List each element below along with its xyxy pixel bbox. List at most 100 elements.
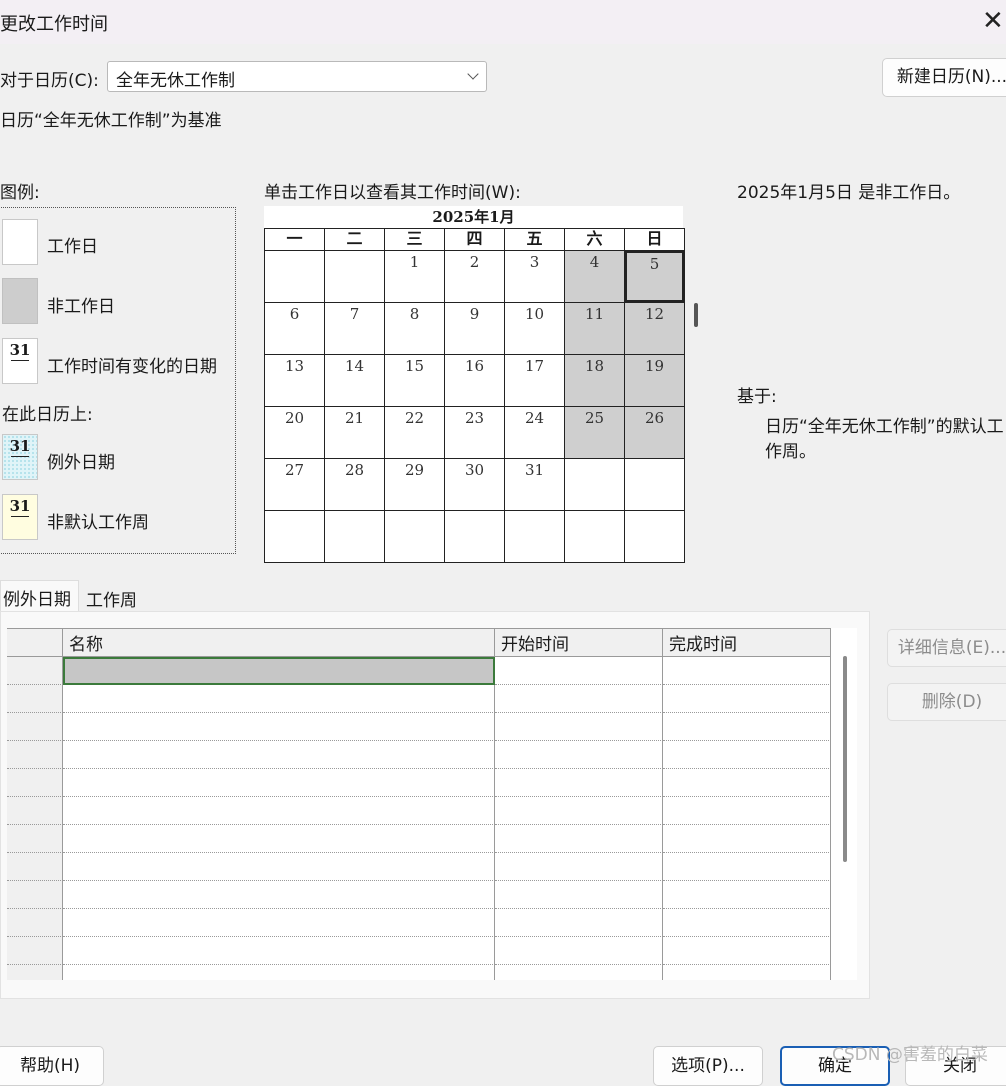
finish-cell[interactable]	[663, 685, 831, 713]
calendar-day[interactable]: 30	[444, 458, 505, 511]
calendar-day[interactable]: 21	[324, 406, 385, 459]
new-calendar-button[interactable]: 新建日历(N)...	[882, 58, 1006, 97]
name-cell[interactable]	[63, 657, 495, 685]
tab-work-weeks[interactable]: 工作周	[80, 583, 142, 611]
details-button[interactable]: 详细信息(E)...	[887, 629, 1006, 667]
table-row[interactable]	[7, 713, 831, 741]
calendar-day[interactable]: 15	[384, 354, 445, 407]
start-cell[interactable]	[495, 713, 663, 741]
calendar-select-value: 全年无休工作制	[116, 71, 235, 91]
close-icon[interactable]: ✕	[982, 6, 1004, 36]
calendar-day[interactable]: 24	[504, 406, 565, 459]
calendar-day[interactable]: 12	[624, 302, 685, 355]
finish-cell[interactable]	[663, 909, 831, 937]
table-row[interactable]	[7, 741, 831, 769]
start-cell[interactable]	[495, 657, 663, 685]
finish-cell[interactable]	[663, 937, 831, 965]
finish-cell[interactable]	[663, 853, 831, 881]
start-cell[interactable]	[495, 853, 663, 881]
calendar-day[interactable]: 22	[384, 406, 445, 459]
table-row[interactable]	[7, 909, 831, 937]
name-cell[interactable]	[63, 741, 495, 769]
table-row[interactable]	[7, 937, 831, 965]
table-row[interactable]	[7, 657, 831, 685]
changed-hours-swatch-number: 31	[9, 341, 31, 359]
calendar-day[interactable]: 29	[384, 458, 445, 511]
tab-exceptions[interactable]: 例外日期	[0, 580, 79, 612]
finish-cell[interactable]	[663, 797, 831, 825]
finish-cell[interactable]	[663, 713, 831, 741]
calendar-day[interactable]: 18	[564, 354, 625, 407]
column-header-start[interactable]: 开始时间	[495, 628, 663, 657]
table-row[interactable]	[7, 797, 831, 825]
column-header-finish[interactable]: 完成时间	[663, 628, 831, 657]
finish-cell[interactable]	[663, 769, 831, 797]
calendar-day[interactable]: 4	[564, 250, 625, 303]
finish-cell[interactable]	[663, 657, 831, 685]
start-cell[interactable]	[495, 937, 663, 965]
calendar-day[interactable]: 23	[444, 406, 505, 459]
table-row[interactable]	[7, 881, 831, 909]
name-cell[interactable]	[63, 965, 495, 980]
calendar-day[interactable]: 8	[384, 302, 445, 355]
calendar-day[interactable]: 26	[624, 406, 685, 459]
name-cell[interactable]	[63, 769, 495, 797]
table-row[interactable]	[7, 825, 831, 853]
calendar-day[interactable]: 3	[504, 250, 565, 303]
calendar-day[interactable]: 19	[624, 354, 685, 407]
calendar-day[interactable]: 7	[324, 302, 385, 355]
start-cell[interactable]	[495, 881, 663, 909]
calendar-day[interactable]: 31	[504, 458, 565, 511]
calendar-day[interactable]: 14	[324, 354, 385, 407]
calendar-day[interactable]: 10	[504, 302, 565, 355]
start-cell[interactable]	[495, 797, 663, 825]
calendar-day[interactable]: 17	[504, 354, 565, 407]
grid-scrollbar[interactable]	[843, 656, 847, 862]
calendar-empty-cell	[384, 510, 445, 563]
start-cell[interactable]	[495, 685, 663, 713]
name-cell[interactable]	[63, 713, 495, 741]
finish-cell[interactable]	[663, 881, 831, 909]
calendar-day[interactable]: 2	[444, 250, 505, 303]
name-cell[interactable]	[63, 937, 495, 965]
calendar-day[interactable]: 5	[624, 250, 685, 303]
name-cell[interactable]	[63, 881, 495, 909]
finish-cell[interactable]	[663, 741, 831, 769]
name-cell[interactable]	[63, 909, 495, 937]
calendar-day[interactable]: 16	[444, 354, 505, 407]
column-header-name[interactable]: 名称	[63, 628, 495, 657]
calendar-scrollbar[interactable]	[694, 303, 698, 327]
calendar-day[interactable]: 28	[324, 458, 385, 511]
legend-exception-day: 例外日期	[47, 453, 115, 473]
name-cell[interactable]	[63, 825, 495, 853]
calendar-empty-cell	[564, 458, 625, 511]
calendar-empty-cell	[624, 458, 685, 511]
options-button[interactable]: 选项(P)...	[653, 1046, 763, 1086]
start-cell[interactable]	[495, 741, 663, 769]
calendar-day[interactable]: 27	[264, 458, 325, 511]
name-cell[interactable]	[63, 685, 495, 713]
finish-cell[interactable]	[663, 825, 831, 853]
delete-button[interactable]: 删除(D)	[887, 683, 1006, 721]
calendar-day[interactable]: 9	[444, 302, 505, 355]
start-cell[interactable]	[495, 769, 663, 797]
table-row[interactable]	[7, 853, 831, 881]
calendar-day[interactable]: 11	[564, 302, 625, 355]
name-cell[interactable]	[63, 797, 495, 825]
table-row[interactable]	[7, 685, 831, 713]
calendar-day[interactable]: 6	[264, 302, 325, 355]
start-cell[interactable]	[495, 825, 663, 853]
calendar-day[interactable]: 25	[564, 406, 625, 459]
name-cell[interactable]	[63, 853, 495, 881]
start-cell[interactable]	[495, 909, 663, 937]
table-row[interactable]	[7, 965, 831, 980]
calendar-day[interactable]: 20	[264, 406, 325, 459]
calendar-day[interactable]: 13	[264, 354, 325, 407]
calendar-day[interactable]: 1	[384, 250, 445, 303]
start-cell[interactable]	[495, 965, 663, 980]
table-row[interactable]	[7, 769, 831, 797]
changed-hours-swatch: 31	[2, 338, 38, 384]
calendar-select[interactable]: 全年无休工作制	[107, 61, 487, 92]
finish-cell[interactable]	[663, 965, 831, 980]
help-button[interactable]: 帮助(H)	[0, 1046, 104, 1086]
